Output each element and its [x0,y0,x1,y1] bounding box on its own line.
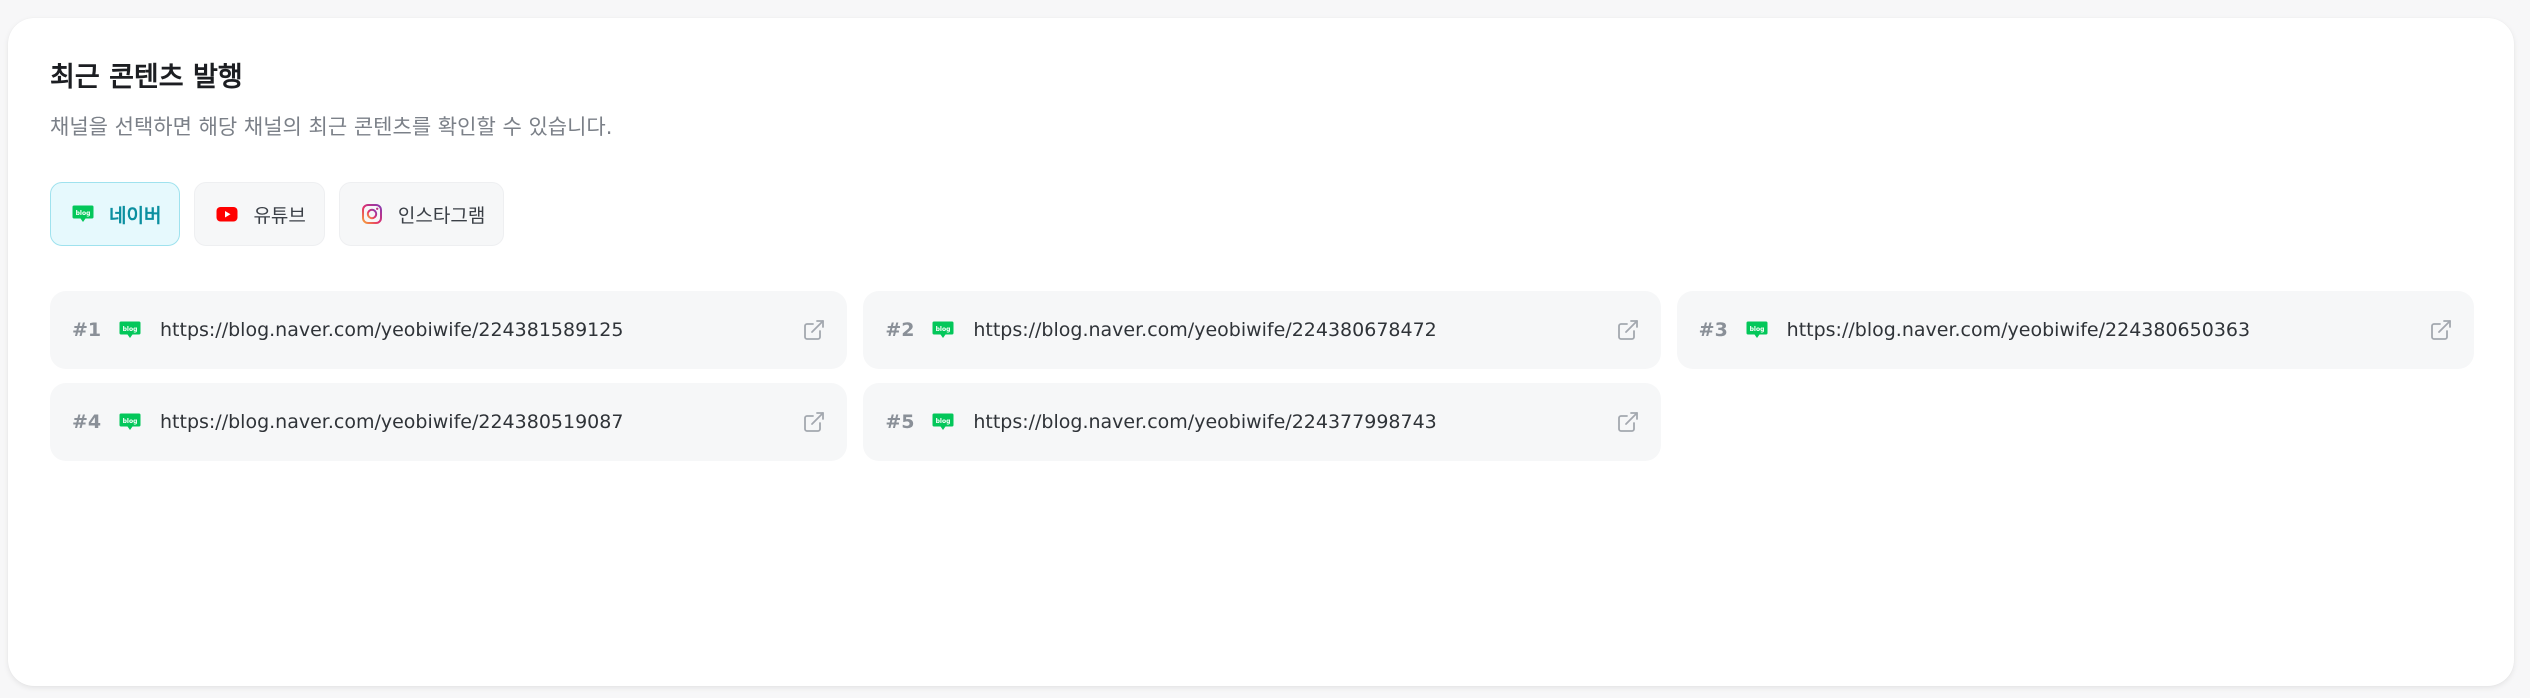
instagram-icon [360,202,384,226]
naver-blog-icon: blog [118,410,142,434]
svg-text:blog: blog [123,326,138,333]
content-list: #1 blog https://blog.naver.com/yeobiwife… [50,291,2474,461]
content-item[interactable]: #4 blog https://blog.naver.com/yeobiwife… [50,383,848,461]
tab-instagram[interactable]: 인스타그램 [338,182,505,246]
naver-blog-icon: blog [931,410,955,434]
naver-blog-icon: blog [1745,318,1769,342]
section-subtitle: 채널을 선택하면 해당 채널의 최근 콘텐츠를 확인할 수 있습니다. [50,115,613,139]
content-item[interactable]: #2 blog https://blog.naver.com/yeobiwife… [863,291,1661,369]
channel-tabs: blog 네이버 유튜브 인스타그램 [50,182,505,246]
youtube-icon [215,202,239,226]
content-url[interactable]: https://blog.naver.com/yeobiwife/2243806… [973,319,1614,341]
naver-blog-icon: blog [71,202,95,226]
external-link-icon[interactable] [1615,409,1641,435]
content-url[interactable]: https://blog.naver.com/yeobiwife/2243805… [160,411,801,433]
svg-text:blog: blog [123,418,138,425]
content-index: #4 [72,411,102,433]
content-url[interactable]: https://blog.naver.com/yeobiwife/2243815… [160,319,801,341]
tab-naver[interactable]: blog 네이버 [50,182,181,246]
content-url[interactable]: https://blog.naver.com/yeobiwife/2243779… [973,411,1614,433]
content-index: #5 [885,411,915,433]
external-link-icon[interactable] [801,409,827,435]
content-item[interactable]: #1 blog https://blog.naver.com/yeobiwife… [50,291,848,369]
external-link-icon[interactable] [801,317,827,343]
external-link-icon[interactable] [2428,317,2454,343]
content-item[interactable]: #5 blog https://blog.naver.com/yeobiwife… [863,383,1661,461]
recent-content-card: 최근 콘텐츠 발행 채널을 선택하면 해당 채널의 최근 콘텐츠를 확인할 수 … [8,18,2514,686]
tab-label: 유튜브 [253,204,306,227]
content-index: #3 [1698,319,1728,341]
content-item[interactable]: #3 blog https://blog.naver.com/yeobiwife… [1676,291,2474,369]
tab-label: 네이버 [109,204,162,227]
content-index: #2 [885,319,915,341]
svg-text:blog: blog [76,210,91,217]
external-link-icon[interactable] [1615,317,1641,343]
tab-youtube[interactable]: 유튜브 [194,182,325,246]
svg-text:blog: blog [936,418,951,425]
content-url[interactable]: https://blog.naver.com/yeobiwife/2243806… [1787,319,2428,341]
section-title: 최근 콘텐츠 발행 [50,62,243,93]
tab-label: 인스타그램 [397,204,486,227]
content-index: #1 [72,319,102,341]
naver-blog-icon: blog [931,318,955,342]
naver-blog-icon: blog [118,318,142,342]
svg-text:blog: blog [936,326,951,333]
svg-text:blog: blog [1749,326,1764,333]
